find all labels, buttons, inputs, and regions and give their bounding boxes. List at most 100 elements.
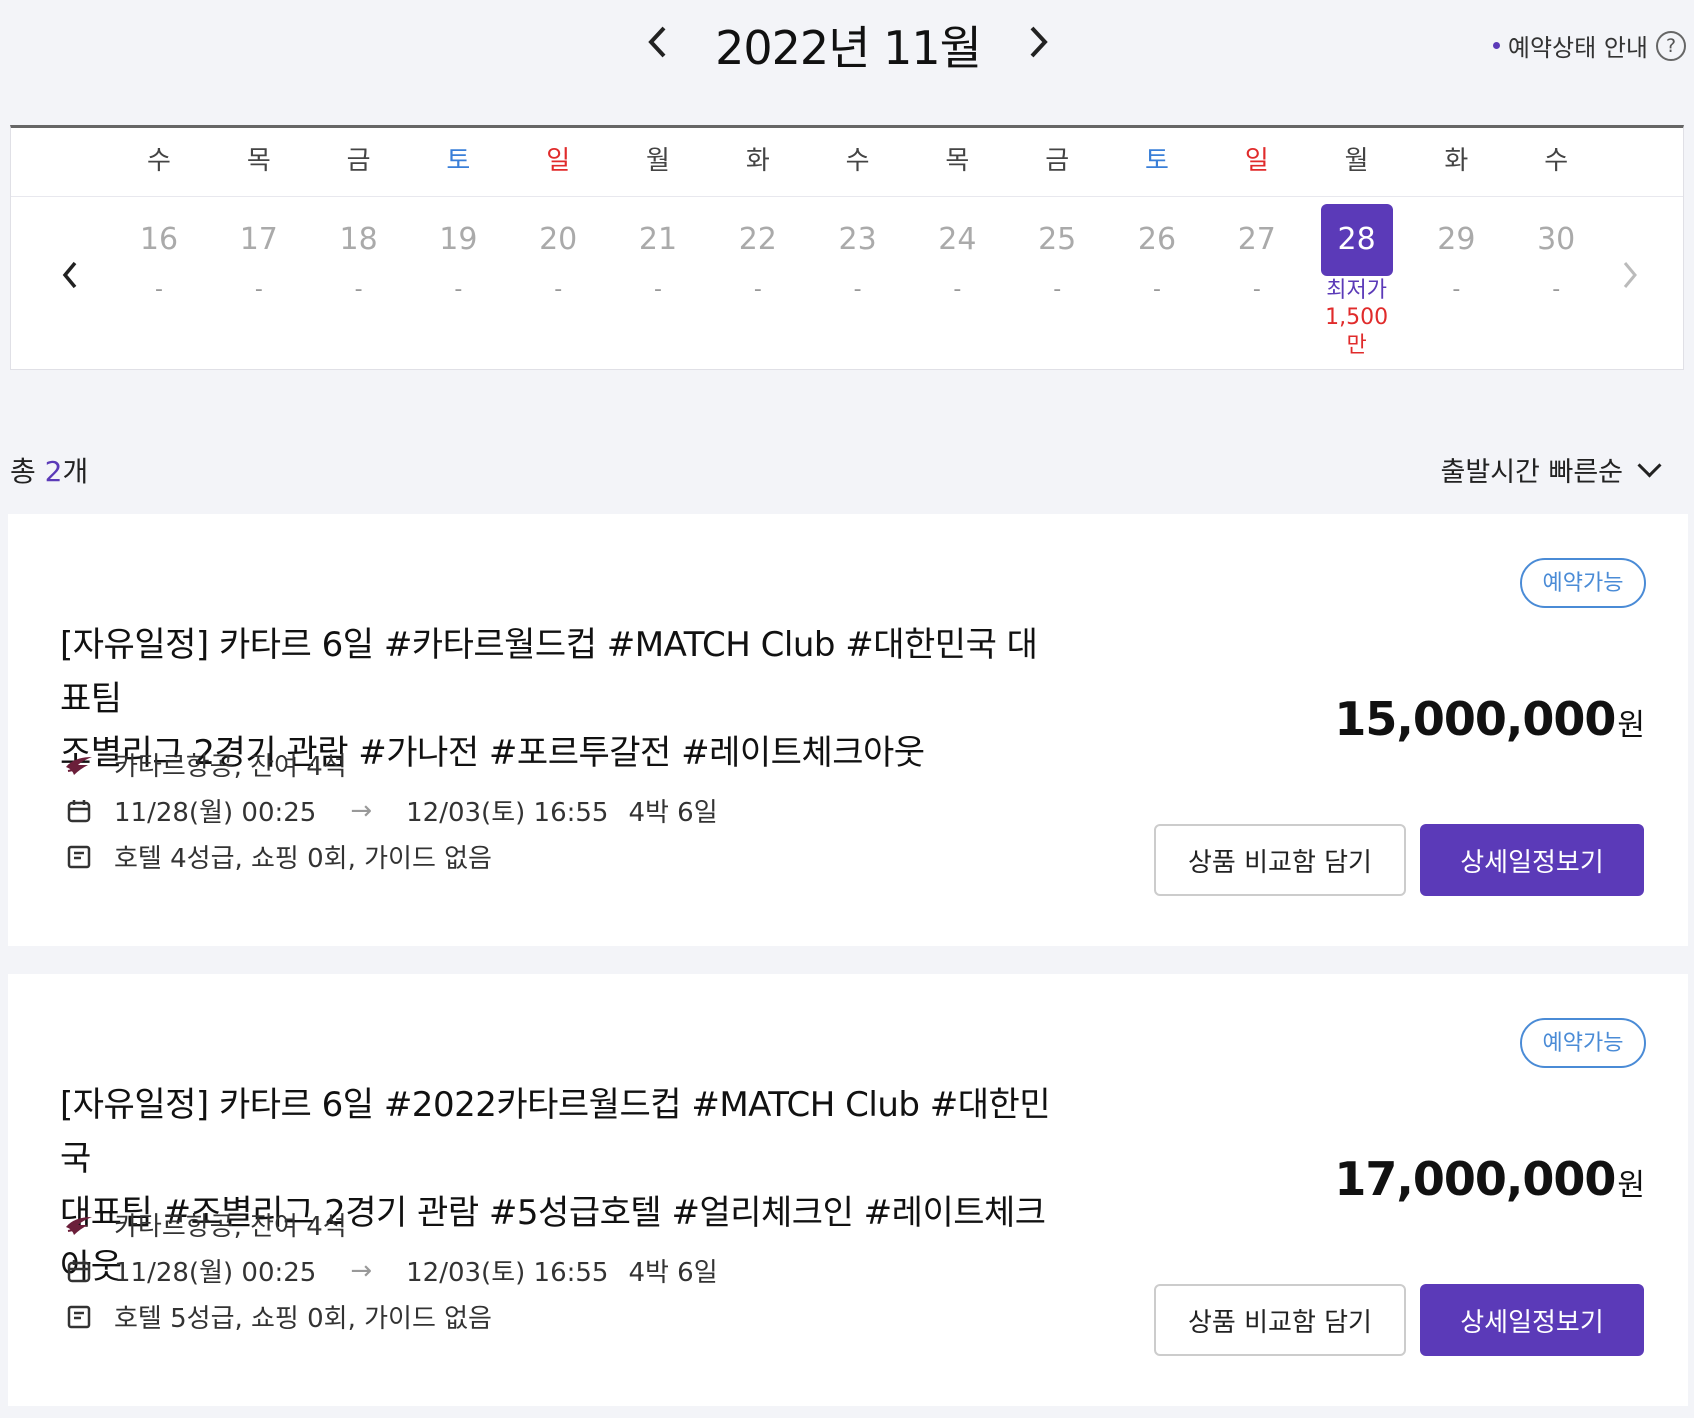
calendar-day[interactable]: 22 - — [718, 204, 798, 302]
status-guide-label: 예약상태 안내 — [1507, 34, 1648, 62]
weekday-label: 금 — [1045, 146, 1070, 176]
add-to-compare-button[interactable]: 상품 비교함 담기 — [1154, 824, 1406, 896]
day-number: 27 — [1237, 222, 1276, 257]
day-empty-marker: - — [953, 277, 962, 302]
product-card: 예약가능 [자유일정] 카타르 6일 #카타르월드컵 #MATCH Club #… — [8, 514, 1688, 946]
day-empty-marker: - — [554, 277, 563, 302]
day-empty-marker: - — [354, 277, 363, 302]
help-icon[interactable]: ? — [1656, 30, 1686, 61]
calendar-day[interactable]: 26 - — [1117, 204, 1197, 302]
calendar-day[interactable]: 24 - — [917, 204, 997, 302]
trip-duration: 4박 6일 — [628, 1258, 718, 1288]
chevron-right-icon — [1623, 262, 1637, 288]
lowest-price-value: 1,500만 — [1325, 305, 1389, 358]
airline-row: 카타르항공, 잔여 4석 — [64, 1206, 347, 1243]
calendar-prev-button[interactable] — [61, 258, 79, 296]
depart-time: 11/28(월) 00:25 — [114, 798, 317, 828]
weekday-label: 토 — [1145, 146, 1169, 176]
lowest-price-label: 최저가 — [1326, 278, 1387, 303]
next-month-button[interactable] — [1018, 18, 1058, 66]
calendar-day[interactable]: 16 - — [119, 204, 199, 302]
day-empty-marker: - — [454, 277, 463, 302]
status-badge: 예약가능 — [1520, 1018, 1646, 1068]
chevron-left-icon — [648, 26, 666, 58]
prev-month-button[interactable] — [638, 18, 678, 66]
price-currency: 원 — [1617, 708, 1645, 743]
status-badge: 예약가능 — [1520, 558, 1646, 608]
document-icon — [64, 842, 94, 872]
weekday-label: 화 — [1444, 146, 1469, 176]
day-empty-marker: - — [753, 277, 762, 302]
product-details: 호텔 5성급, 쇼핑 0회, 가이드 없음 — [114, 1304, 492, 1334]
weekday-label: 수 — [147, 146, 171, 176]
weekday-label: 금 — [346, 146, 371, 176]
date-calendar-strip: 수 목 금 토 일 월 화 수 목 금 토 일 월 화 수 16 - 17 - 18 - 19 - 20 - 21 - 22 - 23 -… — [10, 125, 1684, 370]
month-header: 2022년 11월 예약상태 안내 ? — [0, 0, 1694, 90]
product-card: 예약가능 [자유일정] 카타르 6일 #2022카타르월드컵 #MATCH Cl… — [8, 974, 1688, 1406]
depart-time: 11/28(월) 00:25 — [114, 1258, 317, 1288]
day-empty-marker: - — [1153, 277, 1161, 302]
day-empty-marker: - — [1452, 277, 1461, 302]
view-detail-button[interactable]: 상세일정보기 — [1420, 824, 1644, 896]
return-time: 12/03(토) 16:55 — [406, 1258, 609, 1288]
day-number: 24 — [938, 222, 977, 257]
product-details: 호텔 4성급, 쇼핑 0회, 가이드 없음 — [114, 844, 492, 874]
status-guide-link[interactable]: 예약상태 안내 ? — [1492, 28, 1686, 63]
price-value: 17,000,000 — [1334, 1152, 1616, 1206]
day-number: 29 — [1437, 222, 1476, 257]
day-number: 23 — [838, 222, 877, 257]
month-title: 2022년 11월 — [715, 21, 982, 75]
day-number: 16 — [139, 222, 179, 257]
weekday-label: 화 — [745, 146, 770, 176]
airline-logo-icon — [64, 750, 94, 780]
day-empty-marker: - — [1252, 277, 1261, 302]
add-to-compare-button[interactable]: 상품 비교함 담기 — [1154, 1284, 1406, 1356]
arrow-right-icon: → — [350, 1255, 373, 1286]
weekday-label: 월 — [1344, 146, 1369, 176]
day-number: 21 — [638, 222, 678, 257]
calendar-next-button[interactable] — [1621, 258, 1639, 296]
weekday-label: 일 — [546, 146, 571, 176]
arrow-right-icon: → — [350, 795, 373, 826]
weekday-label: 수 — [1544, 146, 1569, 176]
day-empty-marker: - — [1552, 277, 1561, 302]
day-empty-marker: - — [155, 277, 163, 302]
product-price: 17,000,000원 — [1334, 1152, 1645, 1206]
result-total: 총 2개 — [10, 450, 88, 490]
weekday-label: 목 — [945, 146, 970, 176]
chevron-down-icon — [1637, 453, 1662, 478]
calendar-day[interactable]: 18 - — [319, 204, 399, 302]
calendar-day[interactable]: 23 - — [818, 204, 898, 302]
calendar-day[interactable]: 28 최저가 1,500만 — [1317, 204, 1397, 360]
day-number: 18 — [339, 222, 378, 257]
chevron-left-icon — [62, 261, 77, 289]
day-empty-marker: - — [1053, 277, 1062, 302]
chevron-right-icon — [1030, 26, 1048, 58]
calendar-day[interactable]: 29 - — [1416, 204, 1496, 302]
total-suffix: 개 — [62, 455, 89, 488]
calendar-day[interactable]: 20 - — [518, 204, 598, 302]
airline-row: 카타르항공, 잔여 4석 — [64, 746, 347, 783]
day-empty-marker: - — [853, 277, 862, 302]
calendar-day[interactable]: 21 - — [618, 204, 698, 302]
view-detail-button[interactable]: 상세일정보기 — [1420, 1284, 1644, 1356]
calendar-day[interactable]: 19 - — [418, 204, 498, 302]
day-number: 17 — [239, 222, 278, 257]
total-prefix: 총 — [10, 455, 45, 488]
bullet-dot — [1492, 42, 1500, 49]
price-value: 15,000,000 — [1334, 692, 1616, 746]
details-row: 호텔 5성급, 쇼핑 0회, 가이드 없음 — [64, 1298, 492, 1335]
weekday-label: 토 — [446, 146, 471, 176]
airline-logo-icon — [64, 1210, 94, 1240]
product-title-line: [자유일정] 카타르 6일 #카타르월드컵 #MATCH Club #대한민국 … — [60, 625, 1038, 719]
day-number: 19 — [439, 222, 478, 257]
calendar-day[interactable]: 27 - — [1217, 204, 1297, 302]
day-number: 25 — [1038, 222, 1077, 257]
calendar-day[interactable]: 25 - — [1017, 204, 1097, 302]
calendar-icon — [64, 1256, 94, 1286]
day-number: 22 — [738, 222, 777, 257]
day-number: 26 — [1137, 222, 1177, 257]
calendar-day[interactable]: 30 - — [1516, 204, 1596, 302]
calendar-day[interactable]: 17 - — [219, 204, 299, 302]
sort-dropdown[interactable]: 출발시간 빠른순 — [1441, 450, 1662, 489]
